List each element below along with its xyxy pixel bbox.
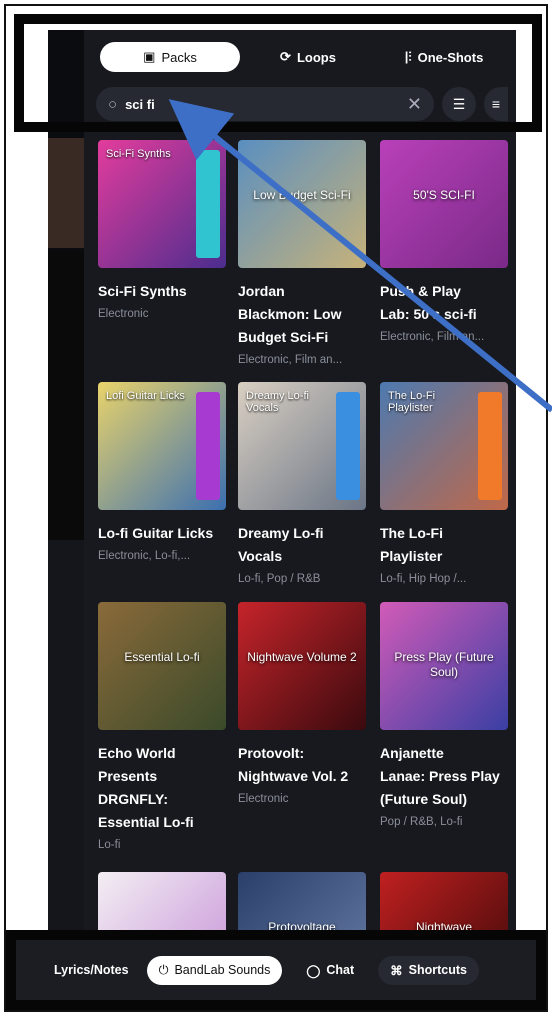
tab-label: One-Shots	[417, 49, 484, 65]
pack-card[interactable]: The Lo-Fi Playlister The Lo-Fi Playlister L…	[380, 382, 508, 588]
pack-artwork[interactable]: Lofi Guitar Licks	[98, 382, 226, 510]
shortcuts-button[interactable]: ⌘ Shortcuts	[378, 955, 480, 985]
pack-title-line: (Future Soul)	[380, 791, 468, 807]
lyrics-notes-label: Lyrics/Notes	[54, 963, 129, 977]
search-row: ○ sci fi ✕ ☰ ≡	[96, 86, 516, 122]
pack-artwork[interactable]: Nightwave Volume 2	[238, 602, 366, 730]
pack-artwork[interactable]: Press Play (Future Soul)	[380, 602, 508, 730]
loop-icon: ⟳	[280, 49, 291, 64]
side-band	[48, 540, 84, 940]
pack-genre: Electronic, Lo-fi,...	[98, 550, 191, 562]
pack-genre: Electronic, Film an...	[380, 331, 485, 343]
left-side-strip	[48, 30, 84, 940]
side-band	[48, 250, 84, 540]
pack-card[interactable]: Essential Lo-fi Echo World Presents DRGNFLY…	[98, 602, 226, 854]
filter-button[interactable]: ☰	[442, 87, 476, 121]
pack-artwork[interactable]: Sci-Fi Synths	[98, 140, 226, 268]
pack-art-label: Nightwave Volume 2	[247, 650, 357, 664]
shortcuts-label: Shortcuts	[408, 963, 468, 977]
pack-genre: Electronic	[238, 793, 289, 805]
pack-art-label: Dreamy Lo-fi Vocals	[246, 390, 309, 415]
pack-genre: Lo-fi, Pop / R&B	[238, 573, 321, 585]
pack-artwork[interactable]: The Lo-Fi Playlister	[380, 382, 508, 510]
bandlab-sounds-label: BandLab Sounds	[174, 963, 271, 977]
tab-packs[interactable]: ▣ Packs	[100, 42, 240, 72]
pack-artwork[interactable]: Low Budget Sci-Fi	[238, 140, 366, 268]
pack-title-line: Lo-fi Guitar Licks	[98, 525, 214, 541]
pack-card[interactable]: Nightwave Volume 2 Protovolt: Nightwave Vo…	[238, 602, 366, 808]
pack-tag-strip	[196, 392, 220, 500]
search-value[interactable]: sci fi	[125, 97, 407, 112]
pack-title-line: The Lo-Fi	[380, 525, 443, 541]
pack-title-line: Presents	[98, 768, 158, 784]
pack-title-line: Vocals	[238, 548, 283, 564]
pack-title-line: Playlister	[380, 548, 443, 564]
pack-title-line: Dreamy Lo-fi	[238, 525, 324, 541]
sort-icon: ≡	[491, 96, 501, 112]
pack-card[interactable]: Press Play (Future Soul) Anjanette Lanae: …	[380, 602, 508, 831]
pack-artwork[interactable]: Dreamy Lo-fi Vocals	[238, 382, 366, 510]
tab-label: Packs	[161, 49, 197, 65]
pack-genre: Electronic	[98, 308, 149, 320]
pack-title-line: Echo World	[98, 745, 176, 761]
pack-title-line: Jordan	[238, 283, 285, 299]
bandlab-sounds-button[interactable]: ⏻ BandLab Sounds	[146, 955, 283, 985]
pack-art-label: Low Budget Sci-Fi	[253, 188, 351, 202]
pack-genre: Lo-fi, Hip Hop /...	[380, 573, 467, 585]
filter-icon: ☰	[452, 95, 466, 112]
pack-title-line: Protovolt:	[238, 745, 305, 761]
chat-button[interactable]: ◯ Chat	[306, 963, 354, 978]
pack-title-line: Nightwave Vol. 2	[238, 768, 349, 784]
pack-artwork[interactable]: 50'S SCI-FI	[380, 140, 508, 268]
pack-title-line: Lanae: Press Play	[380, 768, 500, 784]
pack-genre: Electronic, Film an...	[238, 354, 343, 366]
pack-genre: Pop / R&B, Lo-fi	[380, 816, 463, 828]
pack-card[interactable]: Lofi Guitar Licks Lo-fi Guitar Licks Elect…	[98, 382, 226, 565]
pack-art-label: Sci-Fi Synths	[106, 148, 171, 160]
pack-title-line: Blackmon: Low	[238, 306, 342, 322]
pack-title-line: Lab: 50's sci-fi	[380, 306, 477, 322]
pack-art-label: Lofi Guitar Licks	[106, 390, 185, 402]
pack-title-line: Budget Sci-Fi	[238, 329, 329, 345]
clear-icon[interactable]: ✕	[407, 94, 422, 115]
pack-tag-strip	[196, 150, 220, 258]
waveform-icon: |⫶	[404, 49, 412, 64]
pack-art-label: Essential Lo-fi	[124, 650, 200, 664]
lyrics-notes-button[interactable]: Lyrics/Notes	[54, 963, 129, 977]
footer-bar: Lyrics/Notes ⏻ BandLab Sounds ◯ Chat ⌘ S…	[16, 940, 536, 1000]
pack-title-line: Push & Play	[380, 283, 461, 299]
pack-art-label: Press Play (Future Soul)	[394, 650, 494, 679]
command-icon: ⌘	[390, 963, 403, 978]
side-band	[48, 138, 84, 248]
chat-label: Chat	[326, 963, 355, 977]
pack-title-line: DRGNFLY:	[98, 791, 168, 807]
pack-art-label: The Lo-Fi Playlister	[388, 390, 436, 415]
pack-title-line: Anjanette	[380, 745, 444, 761]
pack-art-label: 50'S SCI-FI	[413, 188, 475, 202]
pack-title-line: Essential Lo-fi	[98, 814, 194, 830]
pack-genre: Lo-fi	[98, 839, 121, 851]
pack-card[interactable]: 50'S SCI-FI Push & Play Lab: 50's sci-fi El…	[380, 140, 508, 346]
pack-tag-strip	[478, 392, 502, 500]
pack-title-line: Sci-Fi Synths	[98, 283, 187, 299]
pack-tag-strip	[336, 392, 360, 500]
tab-label: Loops	[296, 49, 336, 65]
search-input[interactable]: ○ sci fi ✕	[96, 87, 434, 121]
tab-one-shots[interactable]: |⫶ One-Shots	[376, 42, 512, 72]
pack-card[interactable]: Low Budget Sci-Fi Jordan Blackmon: Low Budg…	[238, 140, 366, 369]
bandlab-icon: ⏻	[158, 962, 169, 977]
packs-icon: ▣	[143, 49, 156, 64]
sort-button[interactable]: ≡	[484, 87, 508, 121]
pack-card[interactable]: Dreamy Lo-fi Vocals Dreamy Lo-fi Vocals Lo-…	[238, 382, 366, 588]
search-icon: ○	[108, 95, 118, 113]
tab-bar: ▣ Packs ⟳ Loops |⫶ One-Shots	[100, 40, 512, 74]
chat-icon: ◯	[306, 963, 321, 978]
pack-artwork[interactable]: Essential Lo-fi	[98, 602, 226, 730]
tab-loops[interactable]: ⟳ Loops	[240, 42, 376, 72]
pack-card[interactable]: Sci-Fi Synths Sci-Fi Synths Electronic	[98, 140, 226, 323]
